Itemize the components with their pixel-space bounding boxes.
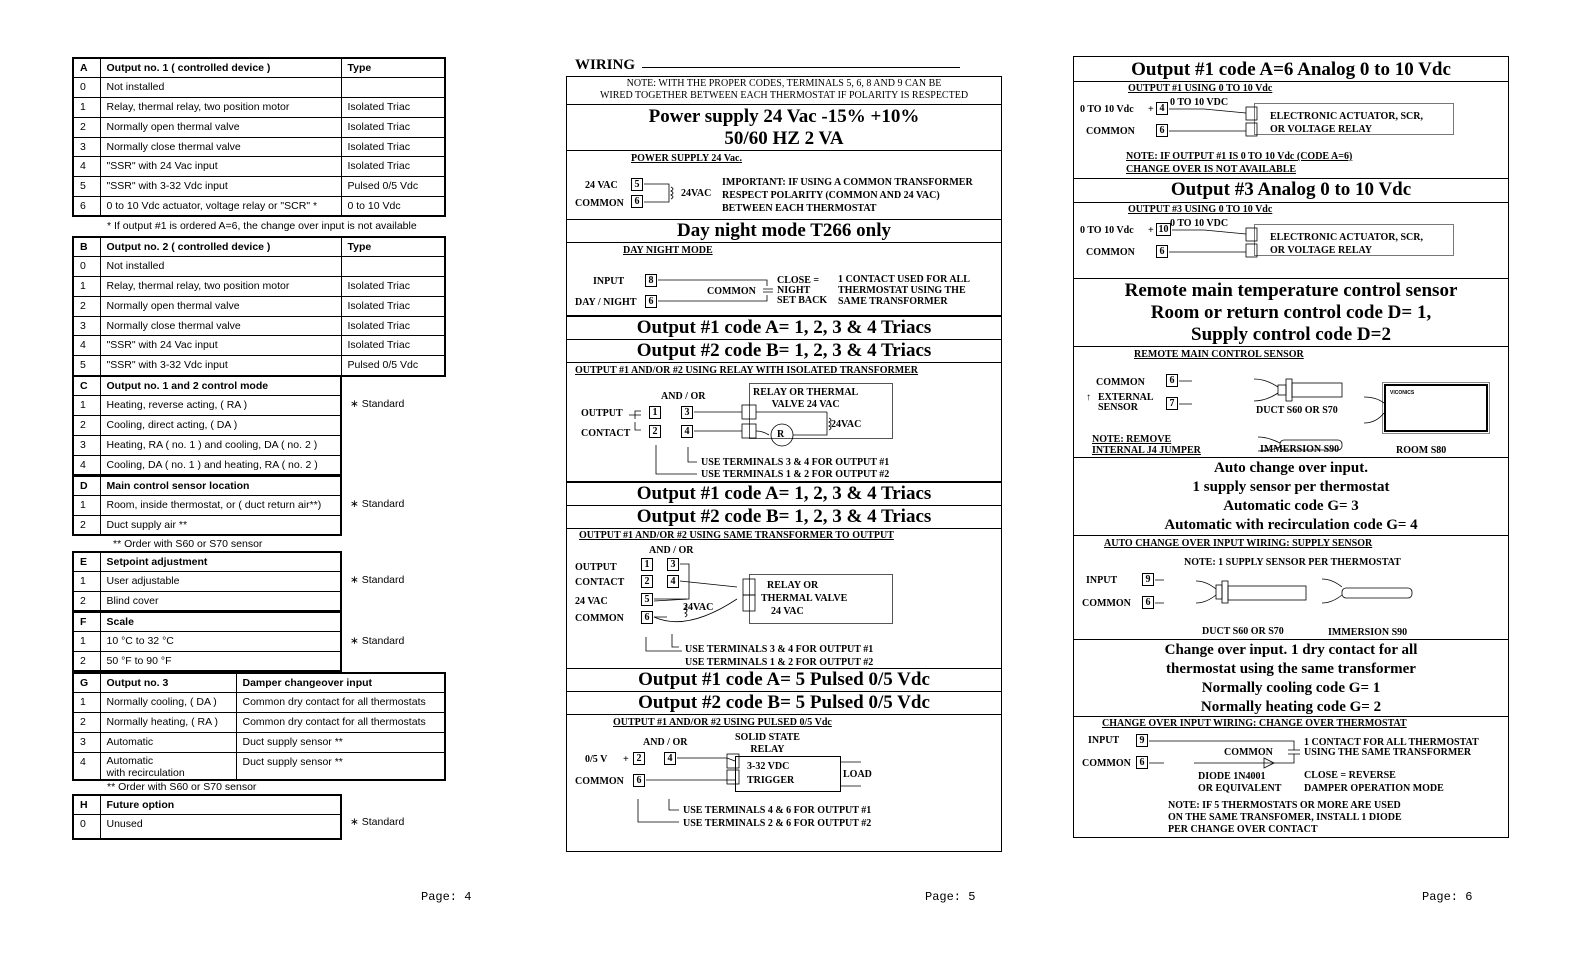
- wiring-panel: NOTE: WITH THE PROPER CODES, TERMINALS 5…: [566, 76, 1002, 852]
- table-row: 1 Room, inside thermostat, or ( duct retu…: [72, 495, 342, 517]
- table-row: 4 "SSR" with 24 Vac input Isolated Triac: [72, 156, 446, 178]
- table-row: 4 Cooling, DA ( no. 1 ) and heating, RA (…: [72, 454, 342, 476]
- table-f-scale: F Scale 1 10 °C to 32 °C 2 50 °F to 90 °F: [72, 611, 342, 673]
- table-a-footnote: * If output #1 is ordered A=6, the chang…: [107, 220, 417, 232]
- table-d-footnote: ** Order with S60 or S70 sensor: [113, 538, 263, 550]
- page-number: Page: 6: [1422, 890, 1473, 904]
- table-row: 1 Heating, reverse acting, ( RA ): [72, 395, 342, 417]
- table-row: 3 Heating, RA ( no. 1 ) and cooling, DA (…: [72, 434, 342, 456]
- standard-marker: ∗ Standard: [350, 498, 405, 510]
- table-e-setpoint: E Setpoint adjustment 1 User adjustable 2B…: [72, 551, 342, 613]
- wiring-heading: WIRING: [575, 57, 636, 73]
- table-row: 2 Blind cover: [72, 591, 342, 612]
- page-number: Page: 4: [421, 890, 472, 904]
- table-row: 2 Normally open thermal valve Isolated Tri…: [72, 295, 446, 317]
- table-c-control-mode: C Output no. 1 and 2 control mode 1 Heatin…: [72, 375, 342, 476]
- table-row: 1 10 °C to 32 °C: [72, 631, 342, 653]
- table-h-future: H Future option 0 Unused: [72, 794, 342, 840]
- table-row: 1 Relay, thermal relay, two position moto…: [72, 276, 446, 297]
- table-a-output1: A Output no. 1 ( controlled device ) Type …: [72, 57, 446, 218]
- table-row: 2 Duct supply air **: [72, 515, 342, 536]
- table-row: 3 Normally close thermal valve Isolated Tr…: [72, 136, 446, 158]
- table-row: 5 "SSR" with 3-32 Vdc input Pulsed 0/5 Vdc: [72, 176, 446, 198]
- table-row: 3 Automatic Duct supply sensor **: [72, 731, 446, 753]
- table-row: 2 Normally heating, ( RA ) Common dry cont…: [72, 712, 446, 733]
- standard-marker: ∗ Standard: [350, 635, 405, 647]
- table-row: 0 Unused: [72, 814, 342, 840]
- table-row: 1 User adjustable: [72, 571, 342, 593]
- standard-marker: ∗ Standard: [350, 816, 405, 828]
- page-number: Page: 5: [925, 890, 976, 904]
- table-d-sensor-location: D Main control sensor location 1 Room, ins…: [72, 475, 342, 537]
- table-b-output2: B Output no. 2 ( controlled device ) Type …: [72, 236, 446, 377]
- table-row: 4 Automatic with recirculation Duct supply …: [72, 751, 446, 781]
- table-row: 5 "SSR" with 3-32 Vdc input Pulsed 0/5 Vdc: [72, 355, 446, 377]
- standard-marker: ∗ Standard: [350, 574, 405, 586]
- table-row: 60 to 10 Vdc actuator, voltage relay or …: [72, 196, 446, 217]
- standard-marker: ∗ Standard: [350, 398, 405, 410]
- table-g-footnote: ** Order with S60 or S70 sensor: [107, 781, 257, 793]
- table-row: 1 Relay, thermal relay, two position moto…: [72, 97, 446, 118]
- table-row: 3 Normally close thermal valve Isolated Tr…: [72, 315, 446, 337]
- table-row: 2 Cooling, direct acting, ( DA ): [72, 415, 342, 436]
- wiring-lines-page6: [1149, 106, 1413, 769]
- table-row: 0 Not installed: [72, 77, 446, 99]
- wiring-lines-page5: [629, 183, 861, 823]
- table-row: 2 Normally open thermal valve Isolated Tri…: [72, 116, 446, 138]
- table-g-output3: G Output no. 3 Damper changeover input 1 No…: [72, 672, 446, 781]
- table-row: 2 50 °F to 90 °F: [72, 651, 342, 672]
- table-row: 1 Normally cooling, ( DA ) Common dry cont…: [72, 692, 446, 714]
- table-row: 4 "SSR" with 24 Vac input Isolated Triac: [72, 335, 446, 357]
- wiring-panel-2: Output #1 code A=6 Analog 0 to 10 Vdc OU…: [1073, 56, 1509, 838]
- table-row: 0 Not installed: [72, 256, 446, 278]
- heading-rule: [642, 67, 960, 68]
